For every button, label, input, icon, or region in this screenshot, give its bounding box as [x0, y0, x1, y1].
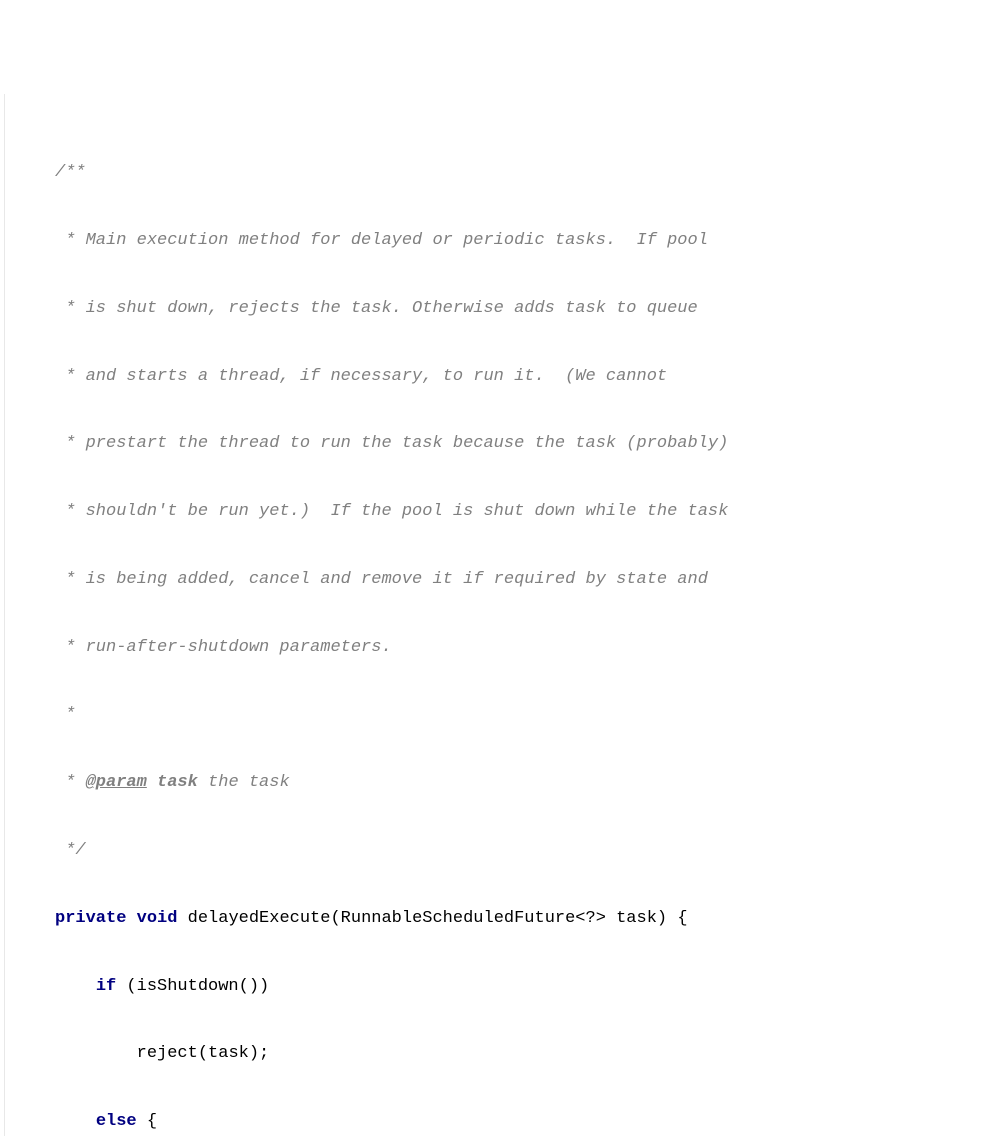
code-line: * is shut down, rejects the task. Otherw… [0, 298, 1000, 321]
comment-end: */ [55, 841, 86, 860]
else-brace: { [137, 1112, 157, 1131]
code-line: /** [0, 162, 1000, 185]
comment-space [147, 773, 157, 792]
code-line: else { [0, 1111, 1000, 1134]
code-line: */ [0, 840, 1000, 863]
code-line: * [0, 704, 1000, 727]
javadoc-param-name: task [157, 773, 198, 792]
comment-text: * Main execution method for delayed or p… [55, 231, 708, 250]
code-line: * Main execution method for delayed or p… [0, 230, 1000, 253]
keyword-else: else [96, 1112, 137, 1131]
keyword-if: if [96, 977, 116, 996]
method-signature: delayedExecute(RunnableScheduledFuture<?… [177, 909, 687, 928]
code-editor[interactable]: /** * Main execution method for delayed … [0, 94, 1000, 1136]
comment-desc: the task [198, 773, 290, 792]
javadoc-param-tag: @param [86, 773, 147, 792]
keyword-private: private [55, 909, 126, 928]
code-line: * prestart the thread to run the task be… [0, 433, 1000, 456]
comment-text: * and starts a thread, if necessary, to … [55, 367, 667, 386]
comment-text: * run-after-shutdown parameters. [55, 638, 392, 657]
code-line: private void delayedExecute(RunnableSche… [0, 908, 1000, 931]
comment-text: * shouldn't be run yet.) If the pool is … [55, 502, 728, 521]
code-line: * @param task the task [0, 772, 1000, 795]
indent [55, 1112, 96, 1131]
comment-text: * prestart the thread to run the task be… [55, 434, 728, 453]
code-line: if (isShutdown()) [0, 976, 1000, 999]
code-line: * shouldn't be run yet.) If the pool is … [0, 501, 1000, 524]
indent [55, 977, 96, 996]
comment-text: * [55, 705, 75, 724]
code-line: * is being added, cancel and remove it i… [0, 569, 1000, 592]
code-line: reject(task); [0, 1043, 1000, 1066]
comment-start: /** [55, 163, 86, 182]
comment-text: * is being added, cancel and remove it i… [55, 570, 708, 589]
comment-prefix: * [55, 773, 86, 792]
reject-call: reject(task); [137, 1044, 270, 1063]
indent [55, 1044, 137, 1063]
code-line: * and starts a thread, if necessary, to … [0, 366, 1000, 389]
code-line: * run-after-shutdown parameters. [0, 637, 1000, 660]
comment-text: * is shut down, rejects the task. Otherw… [55, 299, 698, 318]
keyword-void: void [137, 909, 178, 928]
space [126, 909, 136, 928]
if-condition: (isShutdown()) [116, 977, 269, 996]
